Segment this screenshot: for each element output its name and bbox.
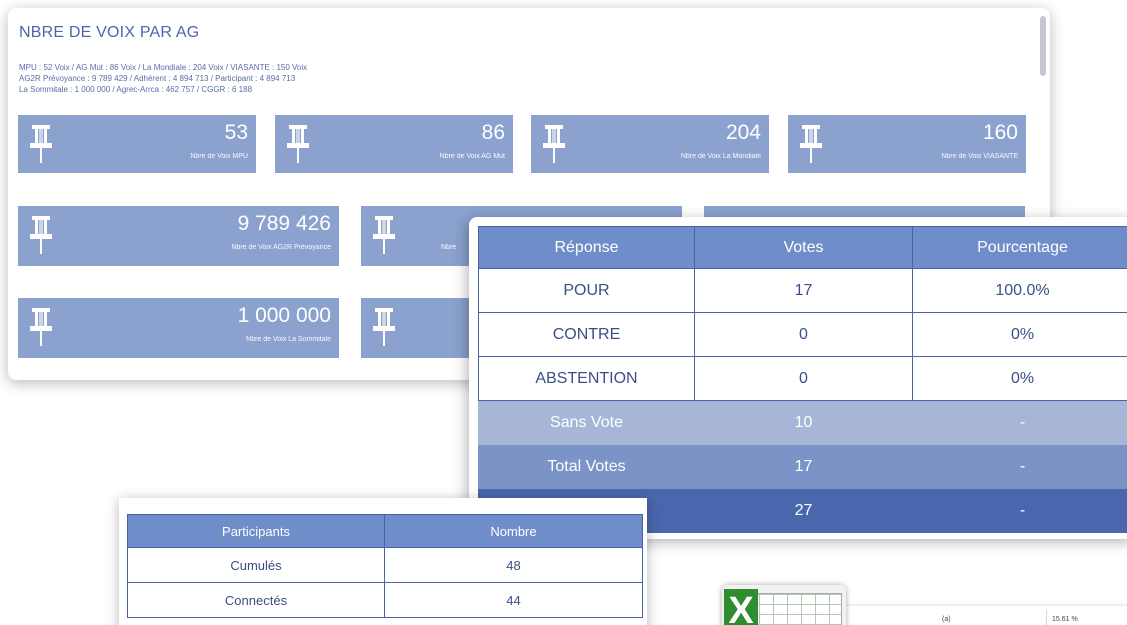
table-row-total-votes: Total Votes 17 - <box>478 444 1127 489</box>
voices-summary: MPU : 52 Voix / AG Mut : 86 Voix / La Mo… <box>19 62 419 95</box>
table-row: CONTRE 0 0% <box>478 312 1127 357</box>
excel-icon[interactable]: X <box>722 585 846 625</box>
cell-participants: Connectés <box>127 582 385 618</box>
participants-table: Participants Nombre Cumulés 48 Connectés… <box>127 514 643 618</box>
pushpin-icon <box>287 125 309 163</box>
tile-value: 53 <box>224 121 248 144</box>
pushpin-icon <box>543 125 565 163</box>
cell-participants: Cumulés <box>127 547 385 583</box>
spreadsheet-preview: (a) 15.61 % <box>838 606 1127 625</box>
tile-label: Nbre de Voix AG2R Prévoyance <box>231 244 331 251</box>
column-header-votes: Votes <box>694 226 913 269</box>
cell-reponse: Sans Vote <box>478 400 695 445</box>
summary-line: La Sommitale : 1 000 000 / Agrec-Arrca :… <box>19 85 253 94</box>
cell-votes: 0 <box>694 356 913 401</box>
tile-label: Nbre de Voix La Mondiale <box>680 153 761 160</box>
table-row: Cumulés 48 <box>127 547 643 583</box>
table-row: ABSTENTION 0 0% <box>478 356 1127 401</box>
cell-pourcentage: - <box>912 488 1127 533</box>
votes-table: Réponse Votes Pourcentage POUR 17 100.0%… <box>478 226 1127 533</box>
cell-votes: 27 <box>694 488 913 533</box>
tile-ag-mut: 86 Nbre de Voix AG Mut <box>275 115 513 173</box>
cell-votes: 0 <box>694 312 913 357</box>
table-row: POUR 17 100.0% <box>478 268 1127 313</box>
cell-votes: 10 <box>694 400 913 445</box>
participants-panel: Participants Nombre Cumulés 48 Connectés… <box>119 498 647 625</box>
column-header-reponse: Réponse <box>478 226 695 269</box>
tile-la-mondiale: 204 Nbre de Voix La Mondiale <box>531 115 769 173</box>
table-row-sans-vote: Sans Vote 10 - <box>478 400 1127 445</box>
sheet-cell: 15.61 % <box>1052 616 1078 623</box>
cell-pourcentage: 100.0% <box>912 268 1127 313</box>
tile-label: Nbre de Voix MPU <box>190 153 248 160</box>
cell-reponse: POUR <box>478 268 695 313</box>
summary-line: MPU : 52 Voix / AG Mut : 86 Voix / La Mo… <box>19 63 308 72</box>
tile-ag2r-prevoyance: 9 789 426 Nbre de Voix AG2R Prévoyance <box>18 206 339 266</box>
panel-title: NBRE DE VOIX PAR AG <box>19 24 200 41</box>
cell-pourcentage: 0% <box>912 356 1127 401</box>
table-header-row: Réponse Votes Pourcentage <box>478 226 1127 269</box>
vertical-scrollbar[interactable] <box>1040 16 1046 76</box>
pushpin-icon <box>373 216 395 254</box>
cell-reponse: CONTRE <box>478 312 695 357</box>
tile-value: 204 <box>725 121 761 144</box>
excel-letter: X <box>724 589 758 625</box>
pushpin-icon <box>30 308 52 346</box>
cell-pourcentage: - <box>912 400 1127 445</box>
pushpin-icon <box>800 125 822 163</box>
tile-label: Nbre de Voix AG Mut <box>439 153 505 160</box>
tile-label: Nbre <box>441 244 457 251</box>
pushpin-icon <box>30 216 52 254</box>
column-header-participants: Participants <box>127 514 385 548</box>
cell-reponse: Total Votes <box>478 444 695 489</box>
tile-value: 160 <box>982 121 1018 144</box>
pushpin-icon <box>373 308 395 346</box>
cell-nombre: 48 <box>384 547 643 583</box>
tile-viasante: 160 Nbre de Voix VIASANTE <box>788 115 1026 173</box>
cell-votes: 17 <box>694 444 913 489</box>
tile-label: Nbre de Voix VIASANTE <box>941 153 1018 160</box>
table-header-row: Participants Nombre <box>127 514 643 548</box>
summary-line: AG2R Prévoyance : 9 789 429 / Adhérent :… <box>19 74 296 83</box>
excel-grid <box>744 593 842 625</box>
tile-mpu: 53 Nbre de Voix MPU <box>18 115 256 173</box>
pushpin-icon <box>30 125 52 163</box>
table-row: Connectés 44 <box>127 582 643 618</box>
sheet-divider <box>1046 610 1047 625</box>
tile-label: Nbre de Voix La Sommitale <box>246 336 331 343</box>
cell-pourcentage: - <box>912 444 1127 489</box>
cell-reponse: ABSTENTION <box>478 356 695 401</box>
column-header-pourcentage: Pourcentage <box>912 226 1127 269</box>
column-header-nombre: Nombre <box>384 514 643 548</box>
cell-votes: 17 <box>694 268 913 313</box>
tile-value: 9 789 426 <box>237 212 331 235</box>
cell-nombre: 44 <box>384 582 643 618</box>
cell-pourcentage: 0% <box>912 312 1127 357</box>
tile-la-sommitale: 1 000 000 Nbre de Voix La Sommitale <box>18 298 339 358</box>
votes-results-panel: Réponse Votes Pourcentage POUR 17 100.0%… <box>469 217 1127 539</box>
sheet-cell: (a) <box>942 616 951 623</box>
tile-value: 1 000 000 <box>237 304 331 327</box>
tile-value: 86 <box>481 121 505 144</box>
